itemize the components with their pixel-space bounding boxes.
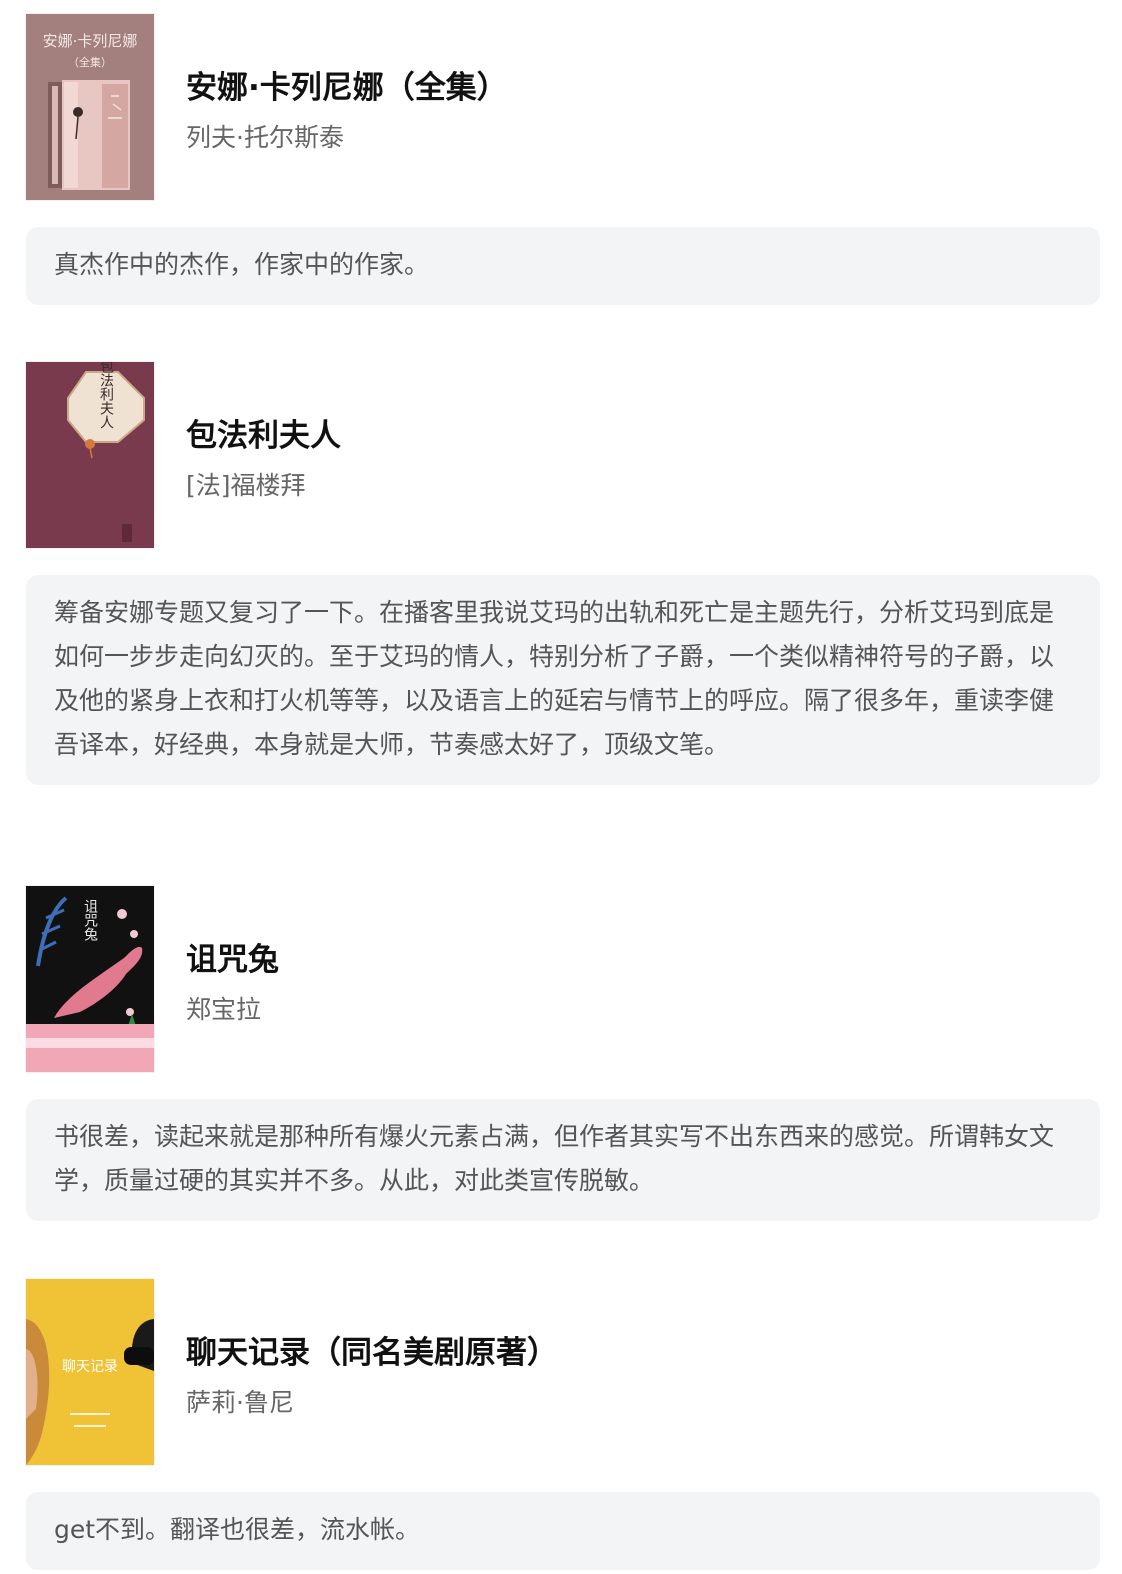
book-cover[interactable]: 聊天记录 bbox=[26, 1279, 154, 1465]
cover-art-conversations: 聊天记录 bbox=[26, 1279, 154, 1465]
book-title[interactable]: 聊天记录（同名美剧原著） bbox=[186, 1327, 558, 1372]
cover-subtitle-text: （全集） bbox=[68, 55, 112, 69]
book-title[interactable]: 诅咒兔 bbox=[186, 934, 279, 979]
cover-art-anna: 安娜·卡列尼娜 （全集） bbox=[26, 14, 154, 200]
book-cover[interactable]: 安娜·卡列尼娜 （全集） bbox=[26, 14, 154, 200]
cover-title-text: 诅咒兔 bbox=[82, 899, 98, 942]
book-author[interactable]: 萨莉·鲁尼 bbox=[186, 1383, 294, 1419]
book-author[interactable]: 列夫·托尔斯泰 bbox=[186, 118, 344, 154]
book-header[interactable]: 聊天记录 聊天记录（同名美剧原著） 萨莉·鲁尼 bbox=[26, 1279, 1100, 1465]
book-list: 安娜·卡列尼娜 （全集） 安娜·卡列尼娜（全集） 列夫·托尔斯泰 真杰作中的杰作… bbox=[0, 0, 1122, 1574]
book-header[interactable]: 包法利夫人 包法利夫人 [法]福楼拜 bbox=[26, 362, 1100, 548]
cover-art-bovary: 包法利夫人 bbox=[26, 362, 154, 548]
cover-title-text: 聊天记录 bbox=[62, 1359, 118, 1375]
book-cover[interactable]: 包法利夫人 bbox=[26, 362, 154, 548]
book-entry[interactable]: 聊天记录 聊天记录（同名美剧原著） 萨莉·鲁尼 get不到。翻译也很差，流水帐。 bbox=[26, 1279, 1100, 1570]
book-cover[interactable]: 诅咒兔 bbox=[26, 886, 154, 1072]
book-header[interactable]: 诅咒兔 诅咒兔 郑宝拉 bbox=[26, 886, 1100, 1072]
book-entry[interactable]: 包法利夫人 包法利夫人 [法]福楼拜 筹备安娜专题又复习了一下。在播客里我说艾玛… bbox=[26, 362, 1100, 785]
book-title[interactable]: 安娜·卡列尼娜（全集） bbox=[186, 62, 508, 107]
book-comment: 真杰作中的杰作，作家中的作家。 bbox=[26, 227, 1100, 305]
book-author[interactable]: [法]福楼拜 bbox=[186, 466, 306, 502]
book-author[interactable]: 郑宝拉 bbox=[186, 990, 261, 1026]
book-entry[interactable]: 安娜·卡列尼娜 （全集） 安娜·卡列尼娜（全集） 列夫·托尔斯泰 真杰作中的杰作… bbox=[26, 14, 1100, 305]
book-title[interactable]: 包法利夫人 bbox=[186, 410, 341, 455]
book-comment: get不到。翻译也很差，流水帐。 bbox=[26, 1492, 1100, 1570]
book-comment: 书很差，读起来就是那种所有爆火元素占满，但作者其实写不出东西来的感觉。所谓韩女文… bbox=[26, 1099, 1100, 1221]
book-entry[interactable]: 诅咒兔 诅咒兔 郑宝拉 书很差，读起来就是那种所有爆火元素占满，但作者其实写不出… bbox=[26, 886, 1100, 1221]
cover-art-cursed-bunny: 诅咒兔 bbox=[26, 886, 154, 1072]
cover-title-text: 安娜·卡列尼娜 bbox=[43, 32, 138, 50]
book-header[interactable]: 安娜·卡列尼娜 （全集） 安娜·卡列尼娜（全集） 列夫·托尔斯泰 bbox=[26, 14, 1100, 200]
book-comment: 筹备安娜专题又复习了一下。在播客里我说艾玛的出轨和死亡是主题先行，分析艾玛到底是… bbox=[26, 575, 1100, 785]
cover-title-text: 包法利夫人 bbox=[98, 362, 114, 429]
